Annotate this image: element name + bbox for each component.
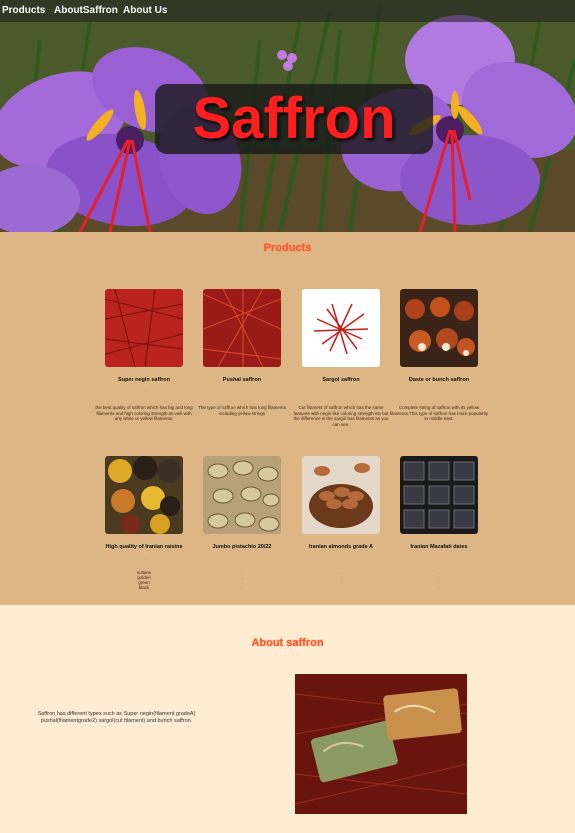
product-image-almonds[interactable] bbox=[302, 456, 380, 534]
list-item: black bbox=[138, 585, 150, 590]
about-heading: About saffron bbox=[251, 637, 324, 649]
product-image-sargol[interactable] bbox=[302, 289, 380, 367]
placeholder-list: .... bbox=[241, 570, 243, 590]
product-divider: . . . . . bbox=[140, 557, 148, 561]
nav-link-about-us[interactable]: About Us bbox=[123, 5, 167, 16]
product-description: Complete string of saffron with its yell… bbox=[389, 405, 489, 421]
product-divider: . . . . . bbox=[140, 389, 148, 393]
product-divider: . . . . . bbox=[435, 389, 443, 393]
heading-divider: . . . . . . bbox=[275, 257, 300, 262]
about-section: About saffron . . . . . . Saffron has di… bbox=[0, 605, 575, 833]
product-image-pushal[interactable] bbox=[203, 289, 281, 367]
heading-divider: . . . . . . bbox=[275, 652, 300, 657]
product-divider: . . . . . bbox=[238, 557, 246, 561]
product-image-daste[interactable] bbox=[400, 289, 478, 367]
nav-link-about-saffron[interactable]: AboutSaffron bbox=[54, 5, 118, 16]
product-divider: . . . . . bbox=[435, 557, 443, 561]
hero-title: Saffron bbox=[192, 86, 396, 151]
hero-title-box: Saffron bbox=[155, 84, 433, 154]
product-name: Iranian Mazafati dates bbox=[410, 544, 468, 550]
product-image-super-negin[interactable] bbox=[105, 289, 183, 367]
hero-banner: Products AboutSaffron About Us Saffron bbox=[0, 0, 575, 232]
product-description: The type of saffron which has long filam… bbox=[198, 405, 286, 416]
product-description: the best quality of saffron which has bi… bbox=[95, 405, 193, 421]
product-divider: . . . . . bbox=[238, 389, 246, 393]
product-image-dates[interactable] bbox=[400, 456, 478, 534]
product-description: Cut filament of saffron which has the sa… bbox=[293, 405, 389, 427]
product-name: Daste or bunch saffron bbox=[408, 377, 470, 383]
raisin-types-list: sultans golden green black bbox=[124, 570, 164, 590]
product-divider: . . . . . bbox=[337, 557, 345, 561]
products-heading: Products bbox=[263, 242, 312, 254]
about-text: Saffron has different types such as Supe… bbox=[37, 711, 196, 724]
placeholder-list: .... bbox=[340, 570, 342, 590]
top-navbar: Products AboutSaffron About Us bbox=[0, 0, 575, 22]
nav-link-products[interactable]: Products bbox=[2, 5, 45, 16]
products-section: Products . . . . . . Super negin saffron… bbox=[0, 232, 575, 605]
product-image-pistachio[interactable] bbox=[203, 456, 281, 534]
placeholder-list: .... bbox=[438, 570, 440, 590]
about-saffron-image bbox=[295, 674, 467, 814]
product-image-raisins[interactable] bbox=[105, 456, 183, 534]
product-divider: . . . . . bbox=[337, 389, 345, 393]
